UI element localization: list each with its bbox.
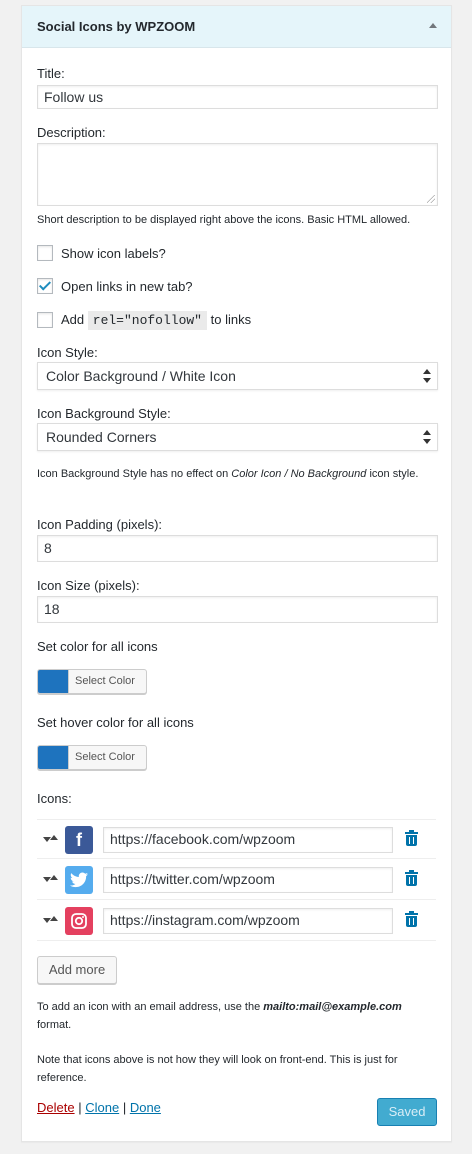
done-link[interactable]: Done [130, 1100, 161, 1115]
separator: | [122, 1100, 127, 1115]
title-label: Title: [37, 66, 65, 81]
icon-style-label: Icon Style: [37, 345, 98, 360]
padding-input[interactable]: 8 [37, 535, 438, 562]
twitter-icon [65, 866, 93, 894]
nofollow-checkbox[interactable] [37, 312, 53, 328]
widget-header[interactable]: Social Icons by WPZOOM [22, 6, 451, 48]
widget-control-actions: Delete | Clone | Done [37, 1100, 161, 1115]
email-note-before: To add an icon with an email address, us… [37, 1001, 264, 1013]
nofollow-label: Add rel="nofollow" to links [61, 311, 252, 330]
saved-button[interactable]: Saved [377, 1098, 437, 1126]
select-color-text: Select Color [75, 675, 135, 687]
size-input[interactable]: 18 [37, 596, 438, 623]
icon-row-facebook: f https://facebook.com/wpzoom [37, 819, 436, 859]
checkmark-icon [38, 278, 52, 291]
show-labels-checkbox[interactable] [37, 245, 53, 261]
bg-style-label: Icon Background Style: [37, 406, 171, 421]
facebook-url-input[interactable]: https://facebook.com/wpzoom [103, 827, 393, 853]
trash-icon[interactable] [405, 911, 418, 928]
show-labels-label: Show icon labels? [61, 246, 166, 261]
trash-icon[interactable] [405, 830, 418, 847]
icon-style-value: Color Background / White Icon [46, 368, 236, 384]
description-help: Short description to be displayed right … [37, 214, 411, 226]
instagram-icon [65, 907, 93, 935]
bg-style-note-em: Color Icon / No Background [231, 468, 367, 480]
twitter-bird-icon [70, 872, 88, 888]
twitter-url-input[interactable]: https://twitter.com/wpzoom [103, 867, 393, 893]
reference-note: Note that icons above is not how they wi… [37, 1054, 398, 1084]
description-label: Description: [37, 125, 106, 140]
drag-handle-icon[interactable] [43, 835, 58, 843]
bg-style-note-after: icon style. [366, 468, 419, 480]
select-arrows-icon [423, 430, 431, 444]
trash-icon[interactable] [405, 870, 418, 887]
arrow-up-icon[interactable] [429, 23, 437, 28]
select-color-button[interactable]: Select Color [37, 669, 147, 694]
color-swatch [38, 670, 69, 693]
icons-label: Icons: [37, 791, 72, 806]
hover-color-swatch [38, 746, 69, 769]
separator: | [78, 1100, 82, 1115]
new-tab-checkbox[interactable] [37, 278, 53, 294]
padding-label: Icon Padding (pixels): [37, 517, 163, 532]
bg-style-note-before: Icon Background Style has no effect on [37, 468, 232, 480]
instagram-camera-icon [71, 913, 87, 929]
instagram-url-input[interactable]: https://instagram.com/wpzoom [103, 908, 393, 934]
facebook-icon: f [65, 826, 93, 854]
hover-color-label: Set hover color for all icons [37, 715, 194, 730]
description-textarea[interactable] [37, 143, 438, 206]
size-label: Icon Size (pixels): [37, 578, 140, 593]
icon-row-twitter: https://twitter.com/wpzoom [37, 860, 436, 900]
nofollow-label-after: to links [210, 312, 252, 327]
icon-style-select[interactable]: Color Background / White Icon [37, 362, 438, 390]
select-hover-color-button[interactable]: Select Color [37, 745, 147, 770]
email-note-em: mailto:mail@example.com [263, 1001, 402, 1013]
drag-handle-icon[interactable] [43, 916, 58, 924]
bg-style-note: Icon Background Style has no effect on C… [37, 465, 427, 483]
widget-title: Social Icons by WPZOOM [37, 19, 196, 34]
resize-grip-icon[interactable] [427, 195, 435, 203]
nofollow-label-before: Add [61, 312, 85, 327]
email-note-after: format. [37, 1019, 72, 1031]
widget-panel: Social Icons by WPZOOM Title: Follow us … [21, 5, 452, 1142]
nofollow-code: rel="nofollow" [87, 311, 207, 330]
clone-link[interactable]: Clone [85, 1100, 119, 1115]
bg-style-value: Rounded Corners [46, 429, 157, 445]
title-input[interactable]: Follow us [37, 85, 438, 109]
color-label: Set color for all icons [37, 639, 158, 654]
delete-link[interactable]: Delete [37, 1100, 75, 1115]
bg-style-select[interactable]: Rounded Corners [37, 423, 438, 451]
new-tab-label: Open links in new tab? [61, 279, 193, 294]
drag-handle-icon[interactable] [43, 875, 58, 883]
icon-row-instagram: https://instagram.com/wpzoom [37, 901, 436, 941]
add-more-button[interactable]: Add more [37, 956, 117, 984]
select-arrows-icon [423, 369, 431, 383]
email-note: To add an icon with an email address, us… [37, 998, 432, 1034]
select-hover-color-text: Select Color [75, 751, 135, 763]
